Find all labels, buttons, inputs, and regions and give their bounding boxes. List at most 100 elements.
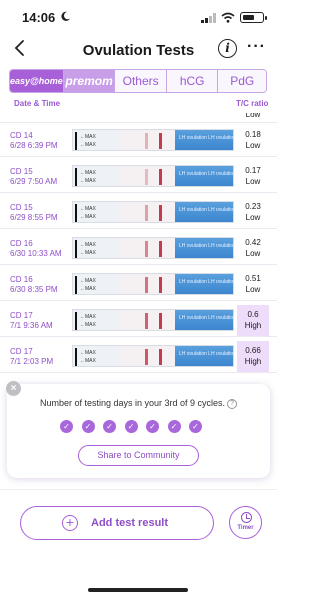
tab-pdg[interactable]: PdG — [218, 70, 266, 92]
strip-max-label: ←MAX — [80, 178, 96, 184]
card-message-text: Number of testing days in your 3rd of 9 … — [39, 398, 226, 408]
share-to-community-button[interactable]: Share to Community — [78, 445, 199, 466]
add-test-result-label: Add test result — [91, 517, 169, 529]
test-line — [145, 205, 148, 221]
row-date-time: CD 15 6/29 7:50 AM — [10, 167, 57, 187]
strip-lh-text: LH ovulation LH ovulation — [179, 315, 234, 321]
cycle-day: CD 15 — [10, 203, 33, 212]
ratio-value: 0.42 — [245, 238, 261, 247]
test-line — [145, 169, 148, 185]
timer-button[interactable]: Timer — [229, 506, 262, 539]
plus-circle-icon: + — [62, 515, 78, 531]
test-datetime: 6/29 8:55 PM — [10, 213, 58, 222]
ratio-value: 0.51 — [245, 274, 261, 283]
row-date-time: CD 17 7/1 2:03 PM — [10, 347, 53, 367]
check-icon: ✓ — [124, 420, 138, 433]
test-strip-image: ←MAX ←MAX LH ovulation LH ovulation — [72, 345, 234, 367]
ratio-value: 0.66 — [245, 346, 261, 355]
check-icon: ✓ — [146, 420, 159, 433]
timer-label: Timer — [237, 525, 254, 531]
nav-bar: Ovulation Tests i ··· — [0, 34, 277, 66]
test-line — [145, 241, 148, 257]
ratio-cell: 0.18 Low — [237, 125, 269, 156]
test-strip-image: ←MAX ←MAX LH ovulation LH ovulation — [72, 201, 234, 223]
card-message: Number of testing days in your 3rd of 9 … — [7, 398, 270, 409]
strip-max-label: ←MAX — [80, 170, 96, 176]
test-datetime: 7/1 2:03 PM — [10, 357, 54, 366]
ratio-level: Low — [245, 177, 261, 186]
ratio-level: Low — [245, 213, 261, 222]
test-strip-image: ←MAX ←MAX LH ovulation LH ovulation — [72, 129, 234, 151]
info-icon[interactable]: i — [218, 39, 237, 58]
test-datetime: 6/30 10:33 AM — [10, 249, 62, 258]
more-icon[interactable]: ··· — [247, 39, 266, 55]
strip-max-label: ←MAX — [80, 134, 96, 140]
table-row[interactable]: CD 16 6/30 10:33 AM ←MAX ←MAX LH ovulation L… — [0, 231, 277, 265]
table-row[interactable]: CD 15 6/29 8:55 PM ←MAX ←MAX LH ovulation LH… — [0, 195, 277, 229]
wifi-icon — [221, 12, 235, 23]
tab-easy-home[interactable]: easy@home — [10, 70, 64, 92]
test-datetime: 6/29 7:50 AM — [10, 177, 58, 186]
test-line — [145, 133, 148, 149]
check-icon: ✓ — [189, 420, 202, 433]
table-row[interactable]: CD 16 6/30 8:35 PM ←MAX ←MAX LH ovulation LH… — [0, 267, 277, 301]
divider — [0, 489, 277, 490]
tab-others[interactable]: Others — [115, 70, 167, 92]
table-row[interactable]: CD 17 7/1 9:36 AM ←MAX ←MAX LH ovulation LH … — [0, 303, 277, 337]
ratio-level: Low — [245, 285, 261, 294]
test-list[interactable]: Low CD 14 6/28 6:39 PM ←MAX ←MAX LH ovulatio… — [0, 113, 277, 376]
strip-lh-text: LH ovulation LH ovulation — [179, 243, 234, 249]
strip-lh-text: LH ovulation LH ovulation — [179, 351, 234, 357]
check-icon: ✓ — [60, 420, 73, 433]
table-header: Date & Time T/C ratio — [0, 97, 277, 113]
test-datetime: 7/1 9:36 AM — [10, 321, 53, 330]
ratio-level: Low — [245, 141, 261, 150]
ratio-level: High — [244, 357, 262, 366]
test-datetime: 6/30 8:35 PM — [10, 285, 58, 294]
strip-max-label: ←MAX — [80, 142, 96, 148]
help-icon[interactable]: ? — [227, 398, 238, 409]
ratio-cell: 0.66 High — [237, 341, 269, 372]
table-row[interactable]: CD 15 6/29 7:50 AM ←MAX ←MAX LH ovulation LH… — [0, 159, 277, 193]
control-line — [159, 205, 162, 221]
strip-max-label: ←MAX — [80, 214, 96, 220]
check-icon: ✓ — [103, 420, 116, 433]
cycle-day: CD 16 — [10, 239, 33, 248]
testing-days-dots: ✓ ✓ ✓ ✓ ✓ ✓ ✓ — [60, 420, 220, 434]
check-icon: ✓ — [81, 420, 95, 433]
battery-icon — [240, 12, 267, 23]
table-row[interactable]: CD 17 7/1 2:03 PM ←MAX ←MAX LH ovulation LH … — [0, 339, 277, 373]
ratio-value: 0.17 — [245, 166, 261, 175]
ratio-cell: 0.42 Low — [237, 233, 269, 264]
strip-max-label: ←MAX — [80, 314, 96, 320]
strip-max-label: ←MAX — [80, 350, 96, 356]
check-icon: ✓ — [167, 420, 181, 433]
ratio-cell: 0.51 Low — [237, 269, 269, 300]
strip-lh-text: LH ovulation LH ovulation — [179, 171, 234, 177]
tab-hcg[interactable]: hCG — [166, 70, 219, 92]
testing-days-card: Number of testing days in your 3rd of 9 … — [7, 384, 270, 478]
home-indicator — [88, 588, 188, 592]
ratio-cell: 0.17 Low — [237, 161, 269, 192]
test-strip-image: ←MAX ←MAX LH ovulation LH ovulation — [72, 165, 234, 187]
tab-premom[interactable]: premom — [63, 70, 116, 92]
close-icon[interactable]: × — [6, 381, 21, 396]
table-row[interactable]: CD 14 6/28 6:39 PM ←MAX ←MAX LH ovulation LH… — [0, 123, 277, 157]
strip-lh-text: LH ovulation LH ovulation — [179, 279, 234, 285]
strip-max-label: ←MAX — [80, 286, 96, 292]
row-date-time: CD 15 6/29 8:55 PM — [10, 203, 58, 223]
ratio-value: 0.6 — [247, 310, 259, 319]
row-date-time: CD 16 6/30 8:35 PM — [10, 275, 58, 295]
add-test-result-button[interactable]: + Add test result — [20, 506, 214, 540]
control-line — [159, 313, 162, 329]
row-date-time: CD 17 7/1 9:36 AM — [10, 311, 53, 331]
ratio-cell: 0.23 Low — [237, 197, 269, 228]
control-line — [159, 241, 162, 257]
header-date-time: Date & Time — [14, 99, 61, 108]
cycle-day: CD 16 — [10, 275, 33, 284]
test-strip-image: ←MAX ←MAX LH ovulation LH ovulation — [72, 237, 234, 259]
strip-lh-text: LH ovulation LH ovulation — [179, 207, 234, 213]
control-line — [159, 169, 162, 185]
cycle-day: CD 15 — [10, 167, 33, 176]
moon-icon — [61, 11, 71, 21]
